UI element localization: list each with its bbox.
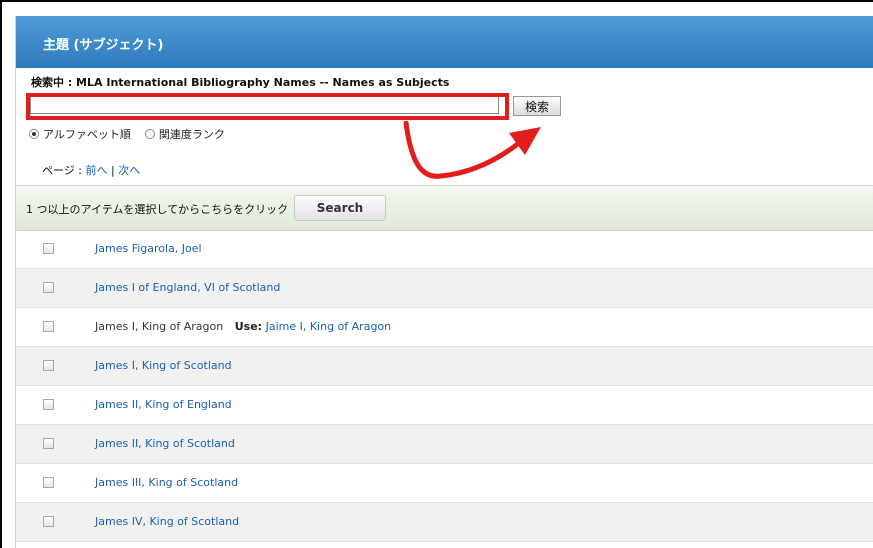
result-plain-text: James I, King of Aragon bbox=[95, 320, 224, 333]
result-link[interactable]: James I, King of Scotland bbox=[95, 359, 232, 372]
pager-prev-link[interactable]: 前へ bbox=[85, 164, 107, 177]
submit-search-button[interactable]: Search bbox=[294, 195, 386, 221]
result-link[interactable]: James II, King of Scotland bbox=[95, 437, 235, 450]
use-label: Use: bbox=[234, 320, 263, 333]
table-row: James I, King of Aragon Use: Jaime I, Ki… bbox=[16, 308, 873, 347]
action-instruction: 1 つ以上のアイテムを選択してからこちらをクリック bbox=[26, 203, 289, 216]
table-row: James III, King of Scotland bbox=[16, 464, 873, 503]
table-row: James I of England, VI of Scotland bbox=[16, 269, 873, 308]
annotation-arrow-icon bbox=[403, 121, 541, 179]
subject-panel: 主題 (サブジェクト) 検索中 : MLA International Bibl… bbox=[15, 16, 873, 548]
table-row: James II, King of England bbox=[16, 386, 873, 425]
row-checkbox[interactable] bbox=[43, 399, 54, 410]
table-row: James I, King of Scotland bbox=[16, 347, 873, 386]
row-checkbox[interactable] bbox=[43, 321, 54, 332]
table-row: James IV, King of Scotland bbox=[16, 503, 873, 542]
radio-alphabetical-label: アルファベット順 bbox=[43, 128, 131, 141]
row-checkbox[interactable] bbox=[43, 438, 54, 449]
pager-next-link[interactable]: 次へ bbox=[118, 164, 140, 177]
row-checkbox[interactable] bbox=[43, 516, 54, 527]
result-link[interactable]: James Figarola, Joel bbox=[95, 242, 202, 255]
result-link[interactable]: Jaime I, King of Aragon bbox=[266, 320, 392, 333]
row-checkbox[interactable] bbox=[43, 477, 54, 488]
action-bar: 1 つ以上のアイテムを選択してからこちらをクリック Search bbox=[16, 185, 873, 231]
result-link[interactable]: James III, King of Scotland bbox=[95, 476, 238, 489]
search-input[interactable] bbox=[30, 96, 499, 114]
search-button[interactable]: 検索 bbox=[513, 96, 561, 116]
radio-relevance-label: 関連度ランク bbox=[158, 128, 225, 141]
result-link[interactable]: James IV, King of Scotland bbox=[95, 515, 239, 528]
table-row: James Figarola, Joel bbox=[16, 230, 873, 269]
pager: ページ : 前へ | 次へ bbox=[42, 162, 140, 178]
row-checkbox[interactable] bbox=[43, 360, 54, 371]
panel-title: 主題 (サブジェクト) bbox=[43, 38, 164, 53]
result-link[interactable]: James I of England, VI of Scotland bbox=[95, 281, 280, 294]
row-checkbox[interactable] bbox=[43, 282, 54, 293]
table-row: James II, King of Scotland bbox=[16, 425, 873, 464]
pager-label: ページ : bbox=[42, 164, 82, 177]
row-checkbox[interactable] bbox=[43, 243, 54, 254]
search-status: 検索中 : MLA International Bibliography Nam… bbox=[31, 76, 450, 89]
radio-relevance[interactable] bbox=[144, 129, 155, 139]
radio-alphabetical[interactable] bbox=[29, 129, 39, 139]
sort-options: アルファベット順 関連度ランク bbox=[29, 126, 235, 142]
panel-header: 主題 (サブジェクト) bbox=[16, 16, 873, 68]
pager-separator: | bbox=[110, 164, 115, 177]
result-link[interactable]: James II, King of England bbox=[95, 398, 232, 411]
